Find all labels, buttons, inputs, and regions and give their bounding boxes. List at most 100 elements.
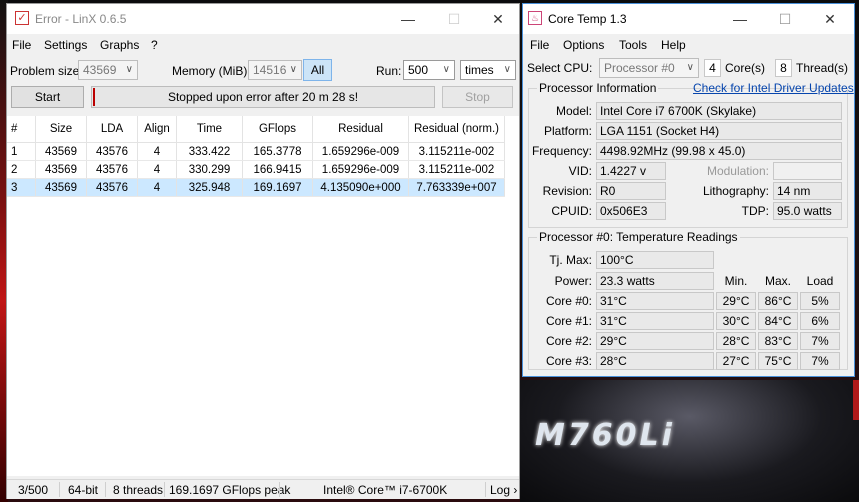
core-0-load: 5% bbox=[800, 292, 840, 310]
core-3-temp: 28°C bbox=[596, 352, 714, 370]
log-button[interactable]: Log › bbox=[490, 483, 517, 497]
chevron-down-icon: ∨ bbox=[686, 62, 694, 73]
table-cell: 1.659296e-009 bbox=[312, 160, 409, 179]
core-0-label: Core #0: bbox=[545, 294, 592, 308]
menu-help[interactable]: ? bbox=[151, 38, 158, 52]
memory-value: 14516 bbox=[253, 63, 287, 77]
run-count-select[interactable]: 500 ∨ bbox=[403, 60, 455, 80]
driver-update-link[interactable]: Check for Intel Driver Updates bbox=[693, 81, 854, 95]
col-header[interactable]: GFlops bbox=[242, 116, 313, 143]
problem-size-select[interactable]: 43569 ∨ bbox=[78, 60, 138, 80]
col-header[interactable]: Align bbox=[137, 116, 177, 143]
table-row[interactable]: 1 43569 43576 4 333.422 165.3778 1.65929… bbox=[7, 142, 505, 161]
problem-size-value: 43569 bbox=[83, 63, 117, 77]
table-cell: 3 bbox=[7, 178, 36, 197]
menu-help[interactable]: Help bbox=[661, 38, 686, 52]
table-cell: 330.299 bbox=[176, 160, 243, 179]
menu-settings[interactable]: Settings bbox=[44, 38, 87, 52]
lithography-value: 14 nm bbox=[773, 182, 842, 200]
chevron-down-icon: ∨ bbox=[503, 64, 511, 75]
coretemp-menubar: File Options Tools Help bbox=[523, 34, 854, 56]
core-1-load: 6% bbox=[800, 312, 840, 330]
platform-label: Platform: bbox=[543, 124, 592, 138]
table-cell: 43576 bbox=[86, 178, 138, 197]
chevron-down-icon: ∨ bbox=[125, 64, 133, 75]
table-row-selected[interactable]: 3 43569 43576 4 325.948 169.1697 4.13509… bbox=[7, 178, 505, 197]
status-separator bbox=[59, 482, 60, 497]
start-button[interactable]: Start bbox=[11, 86, 84, 108]
power-value: 23.3 watts bbox=[596, 272, 714, 290]
table-row[interactable]: 2 43569 43576 4 330.299 166.9415 1.65929… bbox=[7, 160, 505, 179]
col-header[interactable]: Size bbox=[35, 116, 87, 143]
bits-label: 64-bit bbox=[68, 483, 99, 497]
menu-file[interactable]: File bbox=[12, 38, 31, 52]
load-header: Load bbox=[806, 274, 834, 288]
linx-titlebar[interactable]: ✓ Error - LinX 0.6.5 — ☐ ✕ bbox=[7, 4, 519, 34]
revision-label: Revision: bbox=[542, 184, 592, 198]
core-1-label: Core #1: bbox=[545, 314, 592, 328]
tdp-value: 95.0 watts bbox=[773, 202, 842, 220]
coretemp-titlebar[interactable]: ♨ Core Temp 1.3 — ☐ ✕ bbox=[523, 4, 854, 34]
thermometer-icon: ♨ bbox=[528, 11, 542, 25]
frequency-value: 4498.92MHz (99.98 x 45.0) bbox=[596, 142, 842, 160]
linx-window: ✓ Error - LinX 0.6.5 — ☐ ✕ File Settings… bbox=[6, 3, 520, 499]
linx-menubar: File Settings Graphs ? bbox=[7, 34, 519, 56]
modulation-label: Modulation: bbox=[706, 164, 769, 178]
status-separator bbox=[279, 482, 280, 497]
vid-label: VID: bbox=[568, 164, 592, 178]
processor-info-title: Processor Information bbox=[537, 81, 659, 95]
linx-title: Error - LinX 0.6.5 bbox=[35, 12, 127, 26]
maximize-button[interactable]: ☐ bbox=[762, 4, 808, 34]
maximize-button[interactable]: ☐ bbox=[431, 4, 477, 34]
min-header: Min. bbox=[724, 274, 748, 288]
core-0-temp: 31°C bbox=[596, 292, 714, 310]
stop-button[interactable]: Stop bbox=[442, 86, 513, 108]
menu-options[interactable]: Options bbox=[563, 38, 604, 52]
table-cell: 3.115211e-002 bbox=[408, 160, 505, 179]
table-cell: 43576 bbox=[86, 142, 138, 161]
tjmax-value: 100°C bbox=[596, 251, 714, 269]
run-unit-value: times bbox=[465, 63, 494, 77]
minimize-button[interactable]: — bbox=[385, 4, 431, 34]
checkbox-app-icon: ✓ bbox=[15, 11, 29, 25]
col-header[interactable]: Time bbox=[176, 116, 243, 143]
cpu-select[interactable]: Processor #0 ∨ bbox=[599, 58, 699, 78]
menu-graphs[interactable]: Graphs bbox=[100, 38, 139, 52]
table-cell: 169.1697 bbox=[242, 178, 313, 197]
select-cpu-label: Select CPU: bbox=[527, 61, 593, 75]
status-separator bbox=[105, 482, 106, 497]
memory-select[interactable]: 14516 ∨ bbox=[248, 60, 302, 80]
table-cell: 4 bbox=[137, 160, 177, 179]
core-count-label: Core(s) bbox=[725, 61, 766, 75]
table-cell: 4.135090e+000 bbox=[312, 178, 409, 197]
table-cell: 2 bbox=[7, 160, 36, 179]
cpu-select-value: Processor #0 bbox=[604, 61, 675, 75]
core-1-max: 84°C bbox=[758, 312, 798, 330]
all-button[interactable]: All bbox=[303, 59, 332, 81]
table-cell: 333.422 bbox=[176, 142, 243, 161]
run-unit-select[interactable]: times ∨ bbox=[460, 60, 516, 80]
menu-file[interactable]: File bbox=[530, 38, 549, 52]
col-header[interactable]: # bbox=[7, 116, 36, 143]
col-header[interactable]: LDA bbox=[86, 116, 138, 143]
close-button[interactable]: ✕ bbox=[807, 4, 853, 34]
model-label: Model: bbox=[555, 104, 592, 118]
core-3-load: 7% bbox=[800, 352, 840, 370]
table-cell: 43576 bbox=[86, 160, 138, 179]
status-separator bbox=[485, 482, 486, 497]
progress-count: 3/500 bbox=[18, 483, 49, 497]
revision-value: R0 bbox=[596, 182, 666, 200]
core-2-temp: 29°C bbox=[596, 332, 714, 350]
minimize-button[interactable]: — bbox=[717, 4, 763, 34]
close-button[interactable]: ✕ bbox=[475, 4, 521, 34]
table-cell: 43569 bbox=[35, 178, 87, 197]
menu-tools[interactable]: Tools bbox=[619, 38, 647, 52]
problem-size-label: Problem size: bbox=[10, 64, 83, 78]
results-table: # Size LDA Align Time GFlops Residual Re… bbox=[7, 116, 505, 197]
cpuid-value: 0x506E3 bbox=[596, 202, 666, 220]
temperature-group-title: Processor #0: Temperature Readings bbox=[537, 230, 740, 244]
col-header[interactable]: Residual (norm.) bbox=[408, 116, 505, 143]
col-header[interactable]: Residual bbox=[312, 116, 409, 143]
cpuid-label: CPUID: bbox=[551, 204, 592, 218]
status-separator bbox=[164, 482, 165, 497]
